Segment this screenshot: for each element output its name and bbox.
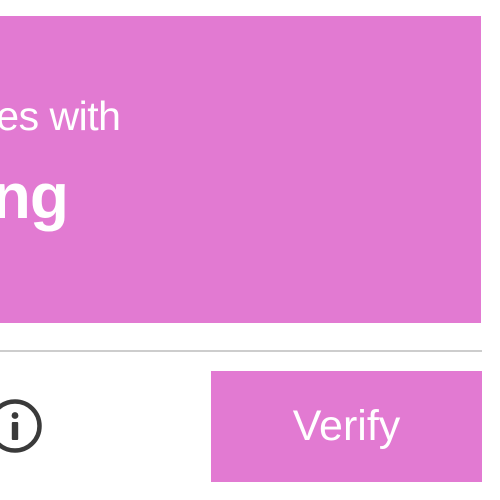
verify-button[interactable]: Verify (211, 371, 482, 482)
footer-divider (0, 350, 482, 352)
info-icon (0, 399, 42, 453)
challenge-prompt-line1: ges with (0, 93, 121, 139)
info-button[interactable] (0, 397, 44, 455)
challenge-banner: ges with ing (0, 16, 481, 323)
challenge-prompt-line2: ing (0, 160, 69, 232)
captcha-widget: ges with ing Verify (0, 0, 500, 500)
